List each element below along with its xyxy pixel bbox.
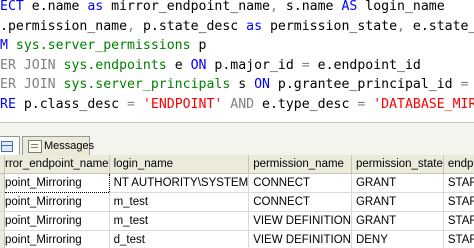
results-tab-bar: Messages (0, 134, 474, 156)
code-token: RE (0, 97, 24, 112)
code-token: ON (190, 57, 215, 73)
table-cell[interactable]: point_Mirroring (4, 192, 110, 212)
code-token: sys.server_permissions (15, 38, 199, 54)
code-line[interactable]: ECT e.name as mirror_endpoint_name, s.na… (0, 0, 445, 16)
code-token: permission_state (269, 18, 398, 34)
table-cell[interactable]: VIEW DEFINITION (248, 211, 352, 231)
code-token: p.major_id (214, 57, 302, 73)
table-row[interactable]: point_Mirroringm_testCONNECTGRANTSTARTED (0, 192, 474, 212)
code-token: .permission_name (0, 18, 128, 34)
code-line[interactable]: ER JOIN sys.server_principals s ON p.gra… (0, 76, 474, 94)
column-header[interactable]: rror_endpoint_name (4, 155, 110, 174)
code-line[interactable]: ER JOIN sys.endpoints e ON p.major_id = … (0, 57, 421, 75)
code-token: p (198, 38, 207, 54)
code-token: as (87, 0, 112, 14)
header-row: rror_endpoint_name login_name permission… (0, 155, 474, 174)
code-token: = (460, 77, 469, 93)
code-token: e.endpoint_id (317, 57, 421, 73)
table-row[interactable]: point_Mirroring d_test VIEW DEFINITION DENY… (0, 230, 474, 248)
code-token: = (357, 97, 374, 112)
code-line[interactable]: M sys.server_permissions p (0, 37, 206, 55)
tab-messages-label: Messages (44, 140, 95, 152)
code-line[interactable]: RE p.class_desc = 'ENDPOINT' AND e.type_… (0, 96, 474, 114)
grid-icon (1, 141, 13, 152)
table-cell[interactable]: point_Mirroring (4, 211, 110, 231)
table-cell[interactable]: d_test (109, 230, 250, 248)
table-cell[interactable]: point_Mirroring (4, 173, 110, 193)
code-line[interactable]: .permission_name, p.state_desc as permis… (0, 18, 474, 36)
table-cell[interactable]: STARTED (443, 173, 474, 193)
code-token: AND (230, 97, 263, 112)
code-token: ON (254, 77, 278, 93)
table-cell[interactable]: GRANT (351, 192, 444, 212)
code-token: sys.endpoints (63, 57, 175, 73)
code-token: 'ENDPOINT' (142, 97, 231, 112)
code-token: e.type_desc (262, 97, 358, 112)
code-token: AS (341, 0, 366, 14)
code-token: e.state_desc (412, 18, 474, 34)
code-token: ER JOIN (0, 77, 64, 93)
column-header[interactable]: endpoint_s (443, 155, 474, 174)
column-header[interactable]: permission_state (351, 155, 444, 174)
column-header[interactable]: login_name (109, 155, 250, 174)
code-token: p.class_desc (23, 97, 128, 112)
table-cell[interactable]: m_test (109, 192, 250, 212)
messages-icon (28, 140, 42, 153)
code-token: = (301, 57, 318, 73)
table-cell[interactable]: DENY (351, 230, 444, 248)
table-cell[interactable]: CONNECT (248, 173, 352, 193)
code-token: mirror_endpoint_name (111, 0, 270, 14)
table-cell[interactable]: GRANT (351, 173, 444, 193)
results-grid[interactable]: rror_endpoint_name login_name permission… (0, 155, 474, 248)
table-cell[interactable]: STARTED (443, 211, 474, 231)
code-token: e.name (31, 0, 88, 14)
code-token: p.grantee_principal_id (277, 77, 461, 93)
code-token: , (127, 18, 143, 34)
code-token: sys.server_principals (63, 77, 239, 93)
code-token: login_name (365, 0, 445, 14)
table-cell[interactable]: VIEW DEFINITION (248, 230, 352, 248)
code-token: ER JOIN (0, 57, 64, 73)
query-editor[interactable]: ECT e.name as mirror_endpoint_name, s.na… (0, 0, 474, 122)
table-cell[interactable]: NT AUTHORITY\SYSTEM (109, 173, 250, 193)
table-cell[interactable]: STARTED (443, 192, 474, 212)
table-cell[interactable]: m_test (109, 211, 250, 231)
code-token: s.name (285, 0, 342, 14)
code-token: = (127, 97, 143, 112)
results-table: rror_endpoint_name login_name permission… (0, 155, 474, 248)
table-row[interactable]: point_Mirroring NT AUTHORITY\SYSTEM CONNEC… (0, 173, 474, 193)
code-token: , (397, 18, 413, 34)
table-cell[interactable]: point_Mirroring (4, 230, 110, 248)
code-token: s (238, 77, 255, 93)
column-header[interactable]: permission_name (248, 155, 352, 174)
code-token: e (174, 57, 191, 73)
code-token: ECT (0, 0, 32, 14)
table-row[interactable]: point_Mirroring m_test VIEW DEFINITION GRAN… (0, 211, 474, 231)
table-cell[interactable]: STARTED (443, 230, 474, 248)
code-token: , (269, 0, 286, 14)
code-token: as (246, 18, 270, 34)
code-token: M (0, 38, 16, 54)
table-cell[interactable]: GRANT (351, 211, 444, 231)
code-token: 'DATABASE_MIRRORI (373, 97, 474, 112)
code-token: p.state_desc (142, 18, 247, 34)
tab-results[interactable] (0, 136, 20, 155)
tab-messages[interactable]: Messages (22, 136, 94, 155)
table-cell[interactable]: CONNECT (248, 192, 352, 212)
